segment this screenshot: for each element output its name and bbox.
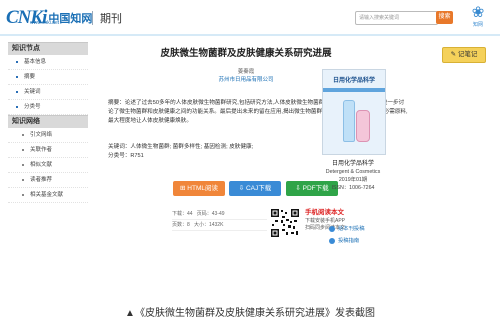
sidebar-item-abstract[interactable]: 摘要 — [8, 70, 88, 85]
section-title: 期刊 — [100, 13, 122, 25]
classification-label: 分类号： — [108, 153, 131, 159]
journal-cover[interactable]: 日用化学品科学 — [322, 69, 386, 155]
search-input[interactable]: 请输入搜索关键词 — [355, 11, 438, 25]
stats-row-1: 下载：44 页码：43-49 — [172, 209, 267, 220]
logo-divider — [92, 11, 93, 25]
article-stats: 下载：44 页码：43-49 页数：8 大小：1432K — [172, 209, 267, 231]
search-button[interactable]: 搜索 — [436, 11, 453, 24]
brand-logo: ❀ 知网 — [462, 5, 494, 31]
stat-downloads: 下载：44 — [172, 211, 193, 217]
html-read-label: HTML阅读 — [187, 185, 218, 192]
stat-page-count: 页数：8 — [172, 222, 190, 228]
sidebar-item-citation-network[interactable]: 引文网络 — [8, 128, 88, 143]
logo-url: www.cnki.net — [30, 20, 60, 26]
cover-stripe — [323, 88, 385, 92]
brand-icon: ❀ — [471, 4, 485, 21]
brand-text: 知网 — [472, 22, 483, 28]
guide-icon — [329, 237, 335, 244]
article-title: 皮肤微生物菌群及皮肤健康关系研究进展 — [160, 48, 332, 59]
image-caption: ▲《皮肤微生物菌群及皮肤健康关系研究进展》发表截图 — [125, 308, 375, 319]
note-button-label: 记笔记 — [457, 51, 478, 58]
sidebar-item-similar-docs[interactable]: 相似文献 — [8, 158, 88, 173]
submit-icon — [329, 225, 335, 232]
submit-link[interactable]: 给本刊投稿 — [329, 224, 365, 232]
stats-row-2: 页数：8 大小：1432K — [172, 220, 267, 231]
sidebar-item-reader-recommend[interactable]: 读者推荐 — [8, 173, 88, 188]
header: CNKi 中国知网 www.cnki.net 期刊 请输入搜索关键词 搜索 ❀ … — [0, 0, 500, 36]
guide-link[interactable]: 投稿指南 — [329, 236, 359, 244]
journal-issue: 2019年01期 — [338, 177, 368, 183]
classification-row: 分类号：R751 — [108, 151, 144, 159]
journal-name-en: Detergent & Cosmetics — [325, 169, 381, 175]
abstract-label: 摘要： — [108, 100, 125, 106]
sidebar-item-related-authors[interactable]: 关联作者 — [8, 143, 88, 158]
note-icon: ✎ — [450, 51, 458, 58]
caj-download-label: CAJ下载 — [245, 185, 272, 192]
html-read-button[interactable]: ⊞ HTML阅读 — [173, 181, 225, 196]
sidebar: 知识节点 基本信息 摘要 关键词 分类号 知识网络 引文网络 关联作者 相似文献… — [8, 42, 88, 203]
journal-name-cn[interactable]: 日用化学品科学 — [318, 160, 388, 168]
note-button[interactable]: ✎ 记笔记 — [442, 47, 486, 63]
keywords-label: 关键词： — [108, 144, 131, 150]
mobile-read-title[interactable]: 手机阅读本文 — [305, 208, 385, 218]
submit-link-label: 给本刊投稿 — [338, 226, 365, 232]
cover-bottle-image — [356, 110, 370, 142]
sidebar-item-classification[interactable]: 分类号 — [8, 100, 88, 115]
pdf-icon: ⇩ — [295, 185, 303, 192]
journal-info: 日用化学品科学 Detergent & Cosmetics 2019年01期 I… — [318, 160, 388, 192]
keywords-value[interactable]: 人体微生物菌群; 菌群多样性; 基因检测; 皮肤健康; — [130, 144, 253, 150]
sidebar-item-keywords[interactable]: 关键词 — [8, 85, 88, 100]
keywords-row: 关键词：人体微生物菌群; 菌群多样性; 基因检测; 皮肤健康; — [108, 142, 253, 150]
sidebar-item-basic-info[interactable]: 基本信息 — [8, 55, 88, 70]
guide-link-label: 投稿指南 — [338, 238, 360, 244]
journal-issn: ISSN：1006-7264 — [331, 185, 375, 191]
screenshot-frame: CNKi 中国知网 www.cnki.net 期刊 请输入搜索关键词 搜索 ❀ … — [0, 0, 500, 300]
caj-download-button[interactable]: ⇩ CAJ下载 — [229, 181, 281, 196]
sidebar-item-related-fund[interactable]: 相关基金文献 — [8, 188, 88, 203]
cover-bottle-image — [343, 100, 355, 142]
stat-pages: 页码：43-49 — [196, 211, 225, 217]
sidebar-section-knowledge-network: 知识网络 — [8, 115, 88, 128]
download-icon: ⇩ — [238, 185, 246, 192]
journal-cover-title: 日用化学品科学 — [332, 78, 375, 84]
sidebar-section-knowledge-node: 知识节点 — [8, 42, 88, 55]
qr-code-icon — [270, 208, 300, 238]
stat-size: 大小：1432K — [193, 222, 224, 228]
classification-value: R751 — [130, 153, 144, 159]
